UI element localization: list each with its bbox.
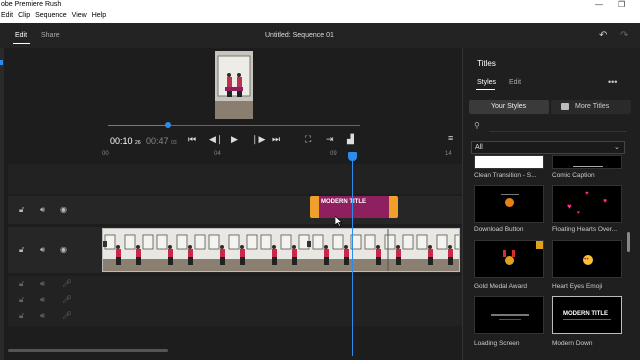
ruler-label: 00	[102, 151, 109, 157]
audio-tracks	[8, 276, 462, 326]
window-title-bar: obe Premiere Rush — ❐	[0, 0, 640, 12]
tab-edit-title[interactable]: Edit	[509, 79, 521, 86]
chevron-down-icon: ⌄	[614, 144, 620, 151]
menu-icon[interactable]: ≡	[448, 133, 453, 143]
total-timecode: 00:47 03	[146, 136, 177, 146]
title-label: Floating Hearts Over...	[552, 226, 618, 233]
title-clip[interactable]: MODERN TITLE	[310, 196, 398, 218]
title-label: Loading Screen	[474, 340, 520, 347]
timeline-empty-track	[8, 164, 462, 194]
play-icon[interactable]: ▶	[231, 134, 238, 145]
ruler-label: 14	[445, 151, 452, 157]
microphone-icon[interactable]: 🎤︎	[62, 311, 72, 320]
timeline-horizontal-scrollbar[interactable]	[8, 349, 168, 352]
step-forward-icon[interactable]: ❘▶	[251, 134, 265, 145]
title-clip-label: MODERN TITLE	[321, 199, 366, 205]
left-tool-strip	[0, 48, 4, 360]
app-title: obe Premiere Rush	[1, 1, 62, 8]
title-thumb-floating-hearts[interactable]: ♥ ♥ ♥ ♥	[552, 185, 622, 223]
menu-bar: Edit Clip Sequence View Help	[0, 12, 640, 23]
title-label: Download Button	[474, 226, 524, 233]
filter-value: All	[475, 144, 483, 151]
volume-icon[interactable]: 🔊︎	[40, 245, 45, 255]
current-timecode: 00:10 26	[110, 136, 141, 146]
microphone-icon[interactable]: 🎤︎	[62, 279, 72, 288]
redo-icon[interactable]: ↷	[620, 30, 628, 41]
title-thumb-heart-eyes[interactable]: ♥♥	[552, 240, 622, 278]
title-label: Heart Eyes Emoji	[552, 283, 603, 290]
volume-icon[interactable]: 🔊︎	[40, 295, 45, 305]
lock-icon[interactable]: 🔓︎	[19, 295, 24, 305]
microphone-icon[interactable]: 🎤︎	[62, 295, 72, 304]
title-label: Gold Medal Award	[474, 283, 527, 290]
more-titles-icon	[561, 103, 569, 110]
go-to-start-icon[interactable]: ⏮	[188, 134, 196, 145]
playhead-line	[352, 160, 353, 356]
program-monitor-preview	[215, 51, 253, 119]
title-label: Clean Transition - S...	[474, 172, 537, 179]
active-tab-underline	[476, 89, 495, 90]
panel-heading: Titles	[477, 59, 496, 68]
sequence-title[interactable]: Untitled: Sequence 01	[265, 32, 334, 39]
volume-icon[interactable]: 🔊︎	[40, 205, 45, 215]
menu-clip[interactable]: Clip	[18, 12, 30, 19]
lock-icon[interactable]: 🔓︎	[19, 245, 24, 255]
title-label: Modern Down	[552, 340, 593, 347]
title-thumb-download-button[interactable]	[474, 185, 544, 223]
quality-icon[interactable]: ▟	[347, 134, 354, 145]
panel-scrollbar[interactable]	[627, 232, 630, 252]
active-tab-underline	[13, 43, 30, 44]
your-styles-label: Your Styles	[491, 103, 527, 110]
scrub-bar-progress	[108, 125, 168, 126]
lock-icon[interactable]: 🔓︎	[19, 205, 24, 215]
step-back-icon[interactable]: ◀❘	[209, 134, 223, 145]
menu-sequence[interactable]: Sequence	[35, 12, 67, 19]
menu-edit[interactable]: Edit	[1, 12, 13, 19]
search-input[interactable]	[489, 131, 627, 132]
minimize-icon[interactable]: —	[595, 0, 603, 9]
volume-icon[interactable]: 🔊︎	[40, 279, 45, 289]
tab-styles[interactable]: Styles	[477, 79, 496, 86]
title-thumb-modern-down[interactable]: MODERN TITLE	[552, 296, 622, 334]
your-styles-button[interactable]: Your Styles	[469, 100, 549, 114]
eye-icon[interactable]: ◉	[60, 245, 67, 254]
mouse-cursor-icon	[335, 216, 343, 227]
more-titles-button[interactable]: More Titles	[551, 100, 631, 114]
thumb-modern-title-text: MODERN TITLE	[563, 311, 608, 317]
more-titles-label: More Titles	[575, 103, 610, 110]
more-options-icon[interactable]: •••	[608, 77, 617, 87]
ruler-label: 09	[330, 151, 337, 157]
undo-icon[interactable]: ↶	[599, 30, 607, 41]
ruler-label: 04	[214, 151, 221, 157]
eye-icon[interactable]: ◉	[60, 205, 67, 214]
menu-help[interactable]: Help	[92, 12, 106, 19]
titles-panel: Titles Styles Edit ••• Your Styles More …	[462, 48, 640, 360]
title-thumb-gold-medal[interactable]	[474, 240, 544, 278]
title-thumb-clean-transition[interactable]	[474, 155, 544, 169]
maximize-icon[interactable]: ❐	[618, 0, 625, 9]
tab-share[interactable]: Share	[41, 32, 60, 39]
timeline-ruler[interactable]: 00 04 09 14	[100, 151, 460, 161]
tab-edit[interactable]: Edit	[15, 32, 27, 39]
style-filter-dropdown[interactable]: All ⌄	[471, 141, 625, 154]
title-thumb-loading-screen[interactable]	[474, 296, 544, 334]
volume-icon[interactable]: 🔊︎	[40, 311, 45, 321]
lock-icon[interactable]: 🔓︎	[19, 279, 24, 289]
title-label: Comic Caption	[552, 172, 595, 179]
app-header: Edit Share Untitled: Sequence 01 ↶ ↷	[0, 23, 640, 48]
lock-icon[interactable]: 🔓︎	[19, 311, 24, 321]
export-frame-icon[interactable]: ⇥	[326, 134, 334, 145]
tool-indicator	[0, 60, 3, 65]
go-to-end-icon[interactable]: ⏭	[272, 134, 280, 145]
video-clip[interactable]	[102, 228, 460, 272]
search-icon[interactable]: ⚲	[474, 121, 480, 130]
fit-frame-icon[interactable]: ⛶	[305, 134, 311, 145]
menu-view[interactable]: View	[72, 12, 87, 19]
title-thumb-comic-caption[interactable]	[552, 155, 622, 169]
scrub-handle[interactable]	[165, 122, 171, 128]
